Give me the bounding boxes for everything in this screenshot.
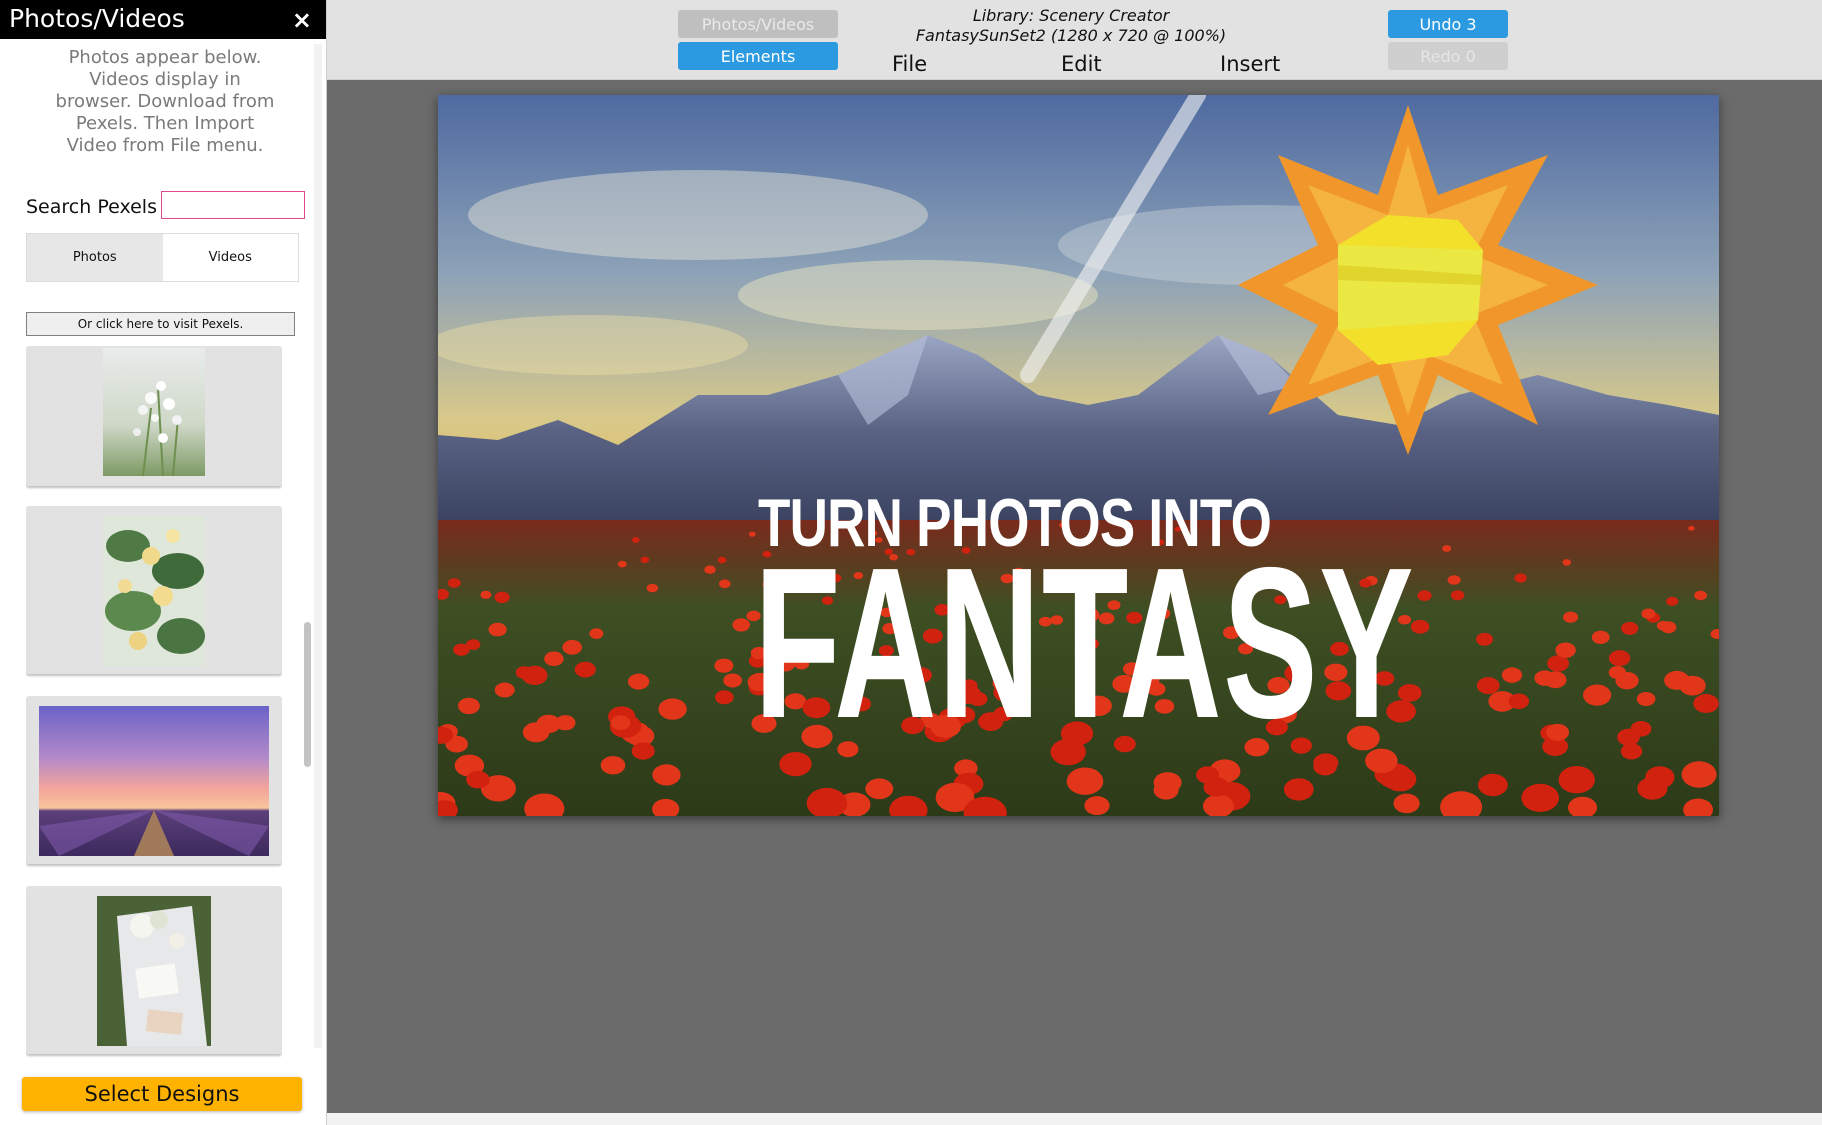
editor-toolbar: Photos/Videos Elements Library: Scenery … bbox=[327, 0, 1822, 80]
close-icon[interactable]: × bbox=[292, 4, 312, 36]
photo-results-list bbox=[26, 346, 282, 1066]
panel-instructions: Photos appear below. Videos display in b… bbox=[55, 47, 275, 156]
visit-pexels-button[interactable]: Or click here to visit Pexels. bbox=[26, 312, 295, 336]
photo-thumbnail-card[interactable] bbox=[26, 346, 282, 486]
library-title: Library: Scenery Creator bbox=[972, 6, 1170, 25]
panel-title: Photos/Videos bbox=[9, 4, 185, 33]
photos-videos-panel: Photos/Videos × Photos appear below. Vid… bbox=[0, 0, 327, 1125]
bottom-strip bbox=[327, 1113, 1822, 1125]
search-label: Search Pexels bbox=[26, 196, 157, 218]
design-canvas[interactable]: TURN PHOTOS INTO FANTASY bbox=[438, 95, 1719, 816]
photo-thumbnail bbox=[97, 896, 211, 1046]
headline-big-text[interactable]: FANTASY bbox=[754, 533, 1415, 753]
elements-button[interactable]: Elements bbox=[678, 42, 838, 70]
redo-button[interactable]: Redo 0 bbox=[1388, 42, 1508, 70]
document-info: FantasySunSet2 (1280 x 720 @ 100%) bbox=[915, 26, 1227, 45]
scrollbar-thumb[interactable] bbox=[304, 622, 311, 767]
photo-thumbnail bbox=[39, 706, 269, 856]
photo-thumbnail-card[interactable] bbox=[26, 506, 282, 674]
media-type-tabs: Photos Videos bbox=[26, 233, 299, 282]
photos-videos-button[interactable]: Photos/Videos bbox=[678, 10, 838, 38]
select-designs-button[interactable]: Select Designs bbox=[22, 1077, 302, 1111]
undo-button[interactable]: Undo 3 bbox=[1388, 10, 1508, 38]
photo-thumbnail bbox=[103, 348, 205, 476]
photo-thumbnail bbox=[103, 516, 205, 666]
photo-thumbnail-card[interactable] bbox=[26, 886, 282, 1054]
tab-videos[interactable]: Videos bbox=[163, 234, 299, 281]
scrollbar-track[interactable] bbox=[314, 44, 322, 1048]
panel-header: Photos/Videos × bbox=[0, 0, 326, 39]
tab-photos[interactable]: Photos bbox=[27, 234, 163, 281]
menu-edit[interactable]: Edit bbox=[1061, 51, 1102, 77]
menu-insert[interactable]: Insert bbox=[1220, 51, 1280, 77]
search-input[interactable] bbox=[161, 191, 305, 219]
photo-thumbnail-card[interactable] bbox=[26, 696, 282, 864]
menu-file[interactable]: File bbox=[892, 51, 927, 77]
